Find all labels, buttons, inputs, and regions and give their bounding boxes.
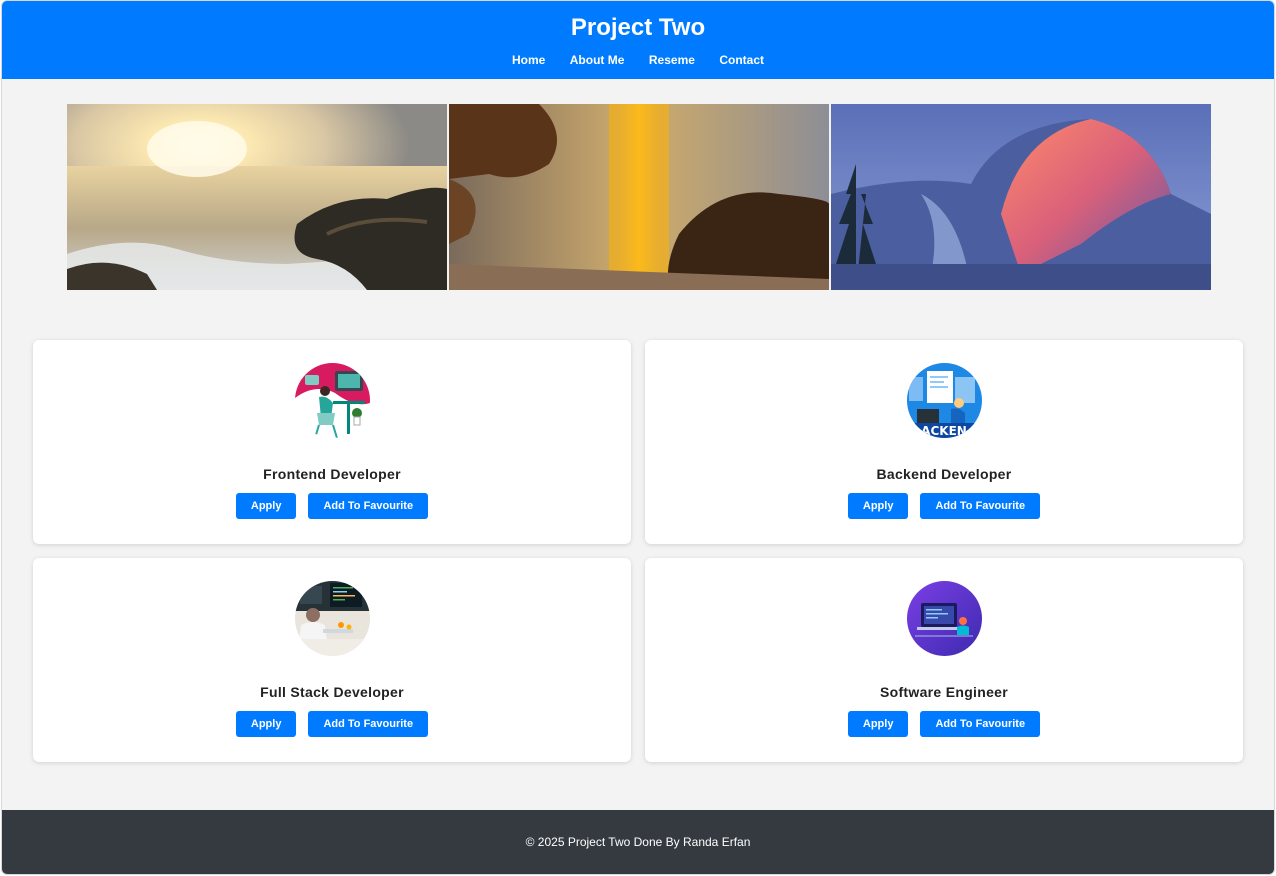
image-gallery [67, 104, 1211, 290]
nav-link-home[interactable]: Home [512, 52, 545, 68]
add-to-favourite-button[interactable]: Add To Favourite [308, 493, 429, 519]
apply-button[interactable]: Apply [847, 493, 909, 519]
job-title: Frontend Developer [263, 466, 401, 482]
job-card-full-stack: Full Stack Developer Apply Add To Favour… [33, 558, 631, 762]
frontend-developer-illustration [295, 363, 370, 438]
site-title: Project Two [570, 14, 706, 41]
site-footer: © 2025 Project Two Done By Randa Erfan [2, 810, 1274, 874]
job-card-frontend: Frontend Developer Apply Add To Favourit… [33, 340, 631, 544]
sunset-water-photo [449, 104, 829, 290]
software-engineer-illustration [907, 581, 982, 656]
job-card-backend: ACKEN Backend Developer Apply Add To Fav… [645, 340, 1243, 544]
page: Project Two Home About Me Reseme Contact [1, 0, 1275, 875]
sunset-coast-photo [67, 104, 447, 290]
footer-copyright: © 2025 Project Two Done By Randa Erfan [525, 835, 751, 849]
nav-link-contact[interactable]: Contact [719, 52, 764, 68]
main-nav: Home About Me Reseme Contact [2, 51, 1274, 69]
backend-developer-illustration: ACKEN [907, 363, 982, 438]
svg-text:ACKEN: ACKEN [921, 424, 967, 438]
apply-button[interactable]: Apply [235, 711, 297, 737]
job-title: Backend Developer [876, 466, 1012, 482]
nav-link-about-me[interactable]: About Me [570, 52, 625, 68]
add-to-favourite-button[interactable]: Add To Favourite [920, 711, 1041, 737]
add-to-favourite-button[interactable]: Add To Favourite [920, 493, 1041, 519]
full-stack-developer-photo [295, 581, 370, 656]
apply-button[interactable]: Apply [847, 711, 909, 737]
site-header: Project Two Home About Me Reseme Contact [2, 1, 1274, 79]
job-card-software-engineer: Software Engineer Apply Add To Favourite [645, 558, 1243, 762]
job-title: Software Engineer [879, 684, 1009, 700]
job-title: Full Stack Developer [260, 684, 404, 700]
nav-link-reseme[interactable]: Reseme [649, 52, 695, 68]
apply-button[interactable]: Apply [235, 493, 297, 519]
half-dome-photo [831, 104, 1211, 290]
add-to-favourite-button[interactable]: Add To Favourite [308, 711, 429, 737]
